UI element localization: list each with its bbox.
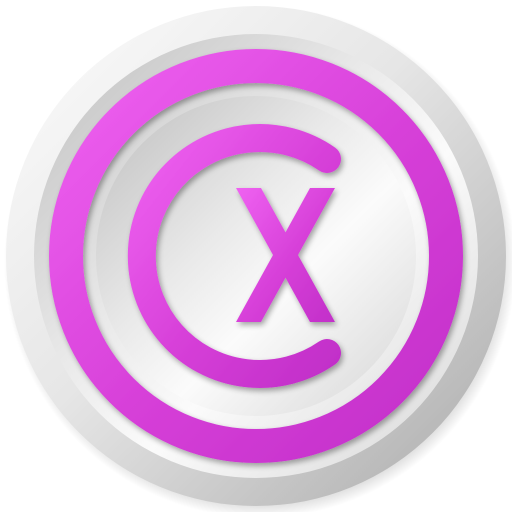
cx-logo-icon: CX — [4, 6, 512, 512]
app-icon-stage: CX — [0, 0, 512, 512]
